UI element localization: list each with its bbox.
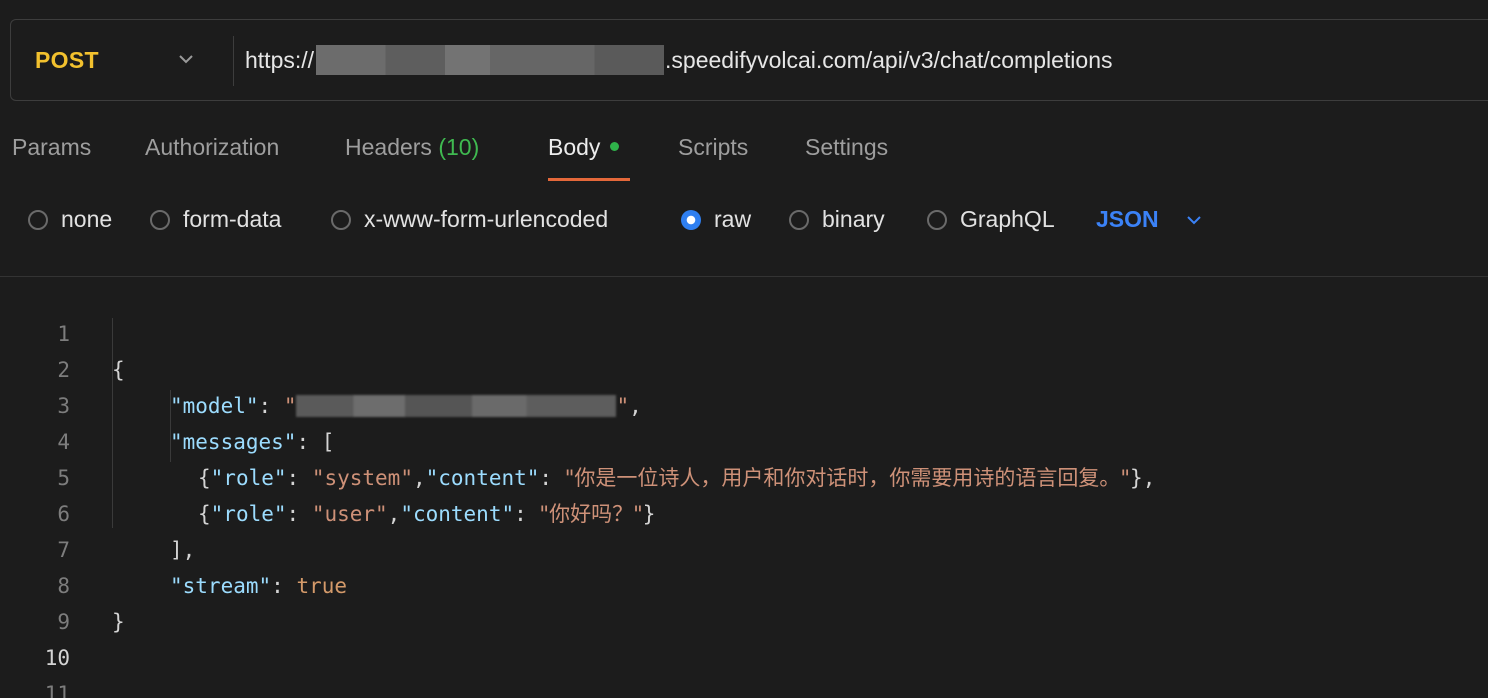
format-dropdown[interactable]: JSON (1096, 206, 1203, 233)
radio-x-www-form-urlencoded[interactable]: x-www-form-urlencoded (331, 206, 608, 233)
code-line: 11 (0, 640, 1488, 698)
radio-label: raw (714, 206, 752, 232)
radio-label: binary (822, 206, 885, 232)
tab-label: Settings (805, 134, 889, 160)
method-selector[interactable]: POST (11, 20, 233, 100)
url-divider (233, 36, 234, 86)
request-editor: POST https:// .speedifyvolcai.com/api/v3/… (0, 0, 1488, 698)
radio-label: form-data (183, 206, 282, 232)
radio-circle (331, 209, 351, 230)
tab-label: Body (548, 134, 601, 160)
tab-body[interactable]: Body (548, 134, 620, 161)
tab-params[interactable]: Params (12, 134, 91, 161)
radio-circle (150, 209, 170, 230)
chevron-down-icon (179, 55, 193, 64)
radio-graphql[interactable]: GraphQL (927, 206, 1055, 233)
code-line: 6 ], (0, 460, 1488, 562)
radio-circle (28, 209, 48, 230)
radio-circle-checked (681, 209, 701, 230)
code-line: 4 {"role": "system","content": "你是一位诗人，用… (0, 388, 1488, 490)
code-line: 8 } (0, 532, 1488, 634)
code-line: 1 { (0, 280, 1488, 382)
url-input[interactable]: https:// .speedifyvolcai.com/api/v3/chat/… (245, 38, 1475, 82)
url-suffix: .speedifyvolcai.com/api/v3/chat/completi… (665, 46, 1113, 73)
redacted-host (316, 45, 665, 75)
indent-guide (170, 390, 171, 462)
line-number: 11 (44, 682, 70, 698)
code-line: 5 {"role": "user","content": "你好吗？"} (0, 424, 1488, 526)
indent-guide (112, 318, 113, 528)
tab-label: Params (12, 134, 92, 160)
radio-label: none (61, 206, 113, 232)
radio-label: x-www-form-urlencoded (364, 206, 609, 232)
tab-scripts[interactable]: Scripts (678, 134, 748, 161)
radio-label: GraphQL (960, 206, 1055, 232)
tab-headers[interactable]: Headers (10) (345, 134, 479, 161)
code-line: 9 (0, 568, 1488, 634)
request-tabs: Params Authorization Headers (10) Body S… (0, 120, 1488, 184)
code-line: 3 "messages": [ (0, 352, 1488, 454)
radio-binary[interactable]: binary (789, 206, 885, 233)
tab-label: Headers (345, 134, 432, 160)
radio-raw[interactable]: raw (681, 206, 751, 233)
radio-none[interactable]: none (28, 206, 112, 233)
tab-authorization[interactable]: Authorization (145, 134, 279, 161)
chevron-down-icon (1186, 215, 1201, 224)
headers-count: (10) (438, 134, 480, 160)
code-line: 7 "stream": true (0, 496, 1488, 598)
radio-form-data[interactable]: form-data (150, 206, 281, 233)
radio-circle (789, 209, 809, 230)
code-line: 10 (0, 604, 1488, 670)
body-modified-dot (610, 142, 620, 152)
tab-label: Scripts (678, 134, 749, 160)
format-label: JSON (1096, 206, 1159, 232)
url-prefix: https:// (245, 46, 315, 73)
code-line: 2 "model": " ", (0, 316, 1488, 418)
body-type-selector: none form-data x-www-form-urlencoded raw… (0, 196, 1488, 246)
tab-settings[interactable]: Settings (805, 134, 888, 161)
tab-label: Authorization (145, 134, 280, 160)
active-tab-underline (548, 178, 630, 181)
url-bar: POST https:// .speedifyvolcai.com/api/v3/… (10, 19, 1488, 101)
code-editor[interactable]: 1 { 2 "model": " ", 3 "messages": [ 4 {"r… (0, 280, 1488, 698)
section-divider (0, 276, 1488, 277)
method-label: POST (35, 47, 99, 73)
radio-circle (927, 209, 947, 230)
